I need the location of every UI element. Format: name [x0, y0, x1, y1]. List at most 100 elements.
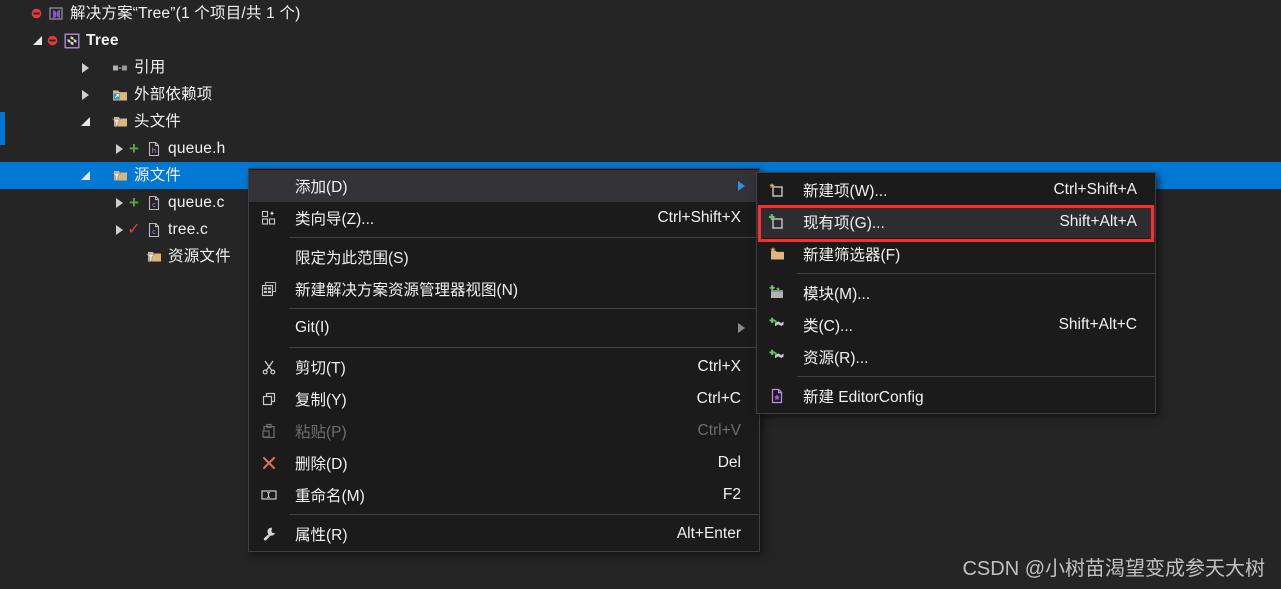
expander-expand-icon[interactable] — [78, 81, 92, 108]
expander-collapse-icon[interactable] — [30, 27, 44, 54]
menu-item[interactable]: 新建筛选器(F) — [757, 238, 1155, 270]
editorconfig-icon — [757, 388, 797, 404]
menu-separator — [797, 273, 1155, 274]
class-wizard-icon — [249, 210, 289, 226]
new-item-icon — [757, 182, 797, 198]
new-class-icon — [757, 317, 797, 333]
expander-collapse-icon[interactable] — [78, 162, 92, 189]
menu-item-label: 类向导(Z)... — [295, 211, 375, 228]
tree-item[interactable]: 头文件 — [0, 108, 1281, 135]
new-filter-icon — [757, 246, 797, 262]
tree-item-label: 头文件 — [134, 113, 182, 130]
menu-item[interactable]: 资源(R)... — [757, 341, 1155, 373]
expander-expand-icon[interactable] — [112, 189, 126, 216]
menu-item[interactable]: 复制(Y) Ctrl+C — [249, 383, 759, 415]
menu-item[interactable]: 属性(R) Alt+Enter — [249, 518, 759, 550]
solution-explorer-context-menu[interactable]: 添加(D) 类向导(Z)... Ctrl+Shift+X 限定为此范围(S) 新建解决方… — [248, 168, 760, 552]
menu-item-label: 删除(D) — [295, 456, 348, 473]
menu-item[interactable]: 模块(M)... — [757, 277, 1155, 309]
menu-item-label: 新建 EditorConfig — [803, 389, 924, 406]
menu-item-label: 粘贴(P) — [295, 424, 347, 441]
menu-item-shortcut: Ctrl+C — [696, 390, 741, 407]
copy-icon — [249, 391, 289, 407]
source-control-checked-icon: ✓ — [127, 220, 141, 238]
references-icon — [112, 60, 128, 76]
menu-item-shortcut: Ctrl+X — [697, 358, 742, 375]
filter-folder-icon — [112, 114, 128, 130]
menu-item-shortcut: Shift+Alt+C — [1058, 316, 1137, 333]
wrench-icon — [249, 526, 289, 542]
expander-placeholder — [112, 243, 126, 270]
expander-expand-icon[interactable] — [112, 135, 126, 162]
menu-item-shortcut: Alt+Enter — [676, 525, 741, 542]
menu-item[interactable]: 新建项(W)... Ctrl+Shift+A — [757, 174, 1155, 206]
menu-item-label: Git(I) — [295, 319, 330, 336]
menu-item[interactable]: 删除(D) Del — [249, 447, 759, 479]
submenu-arrow-icon — [738, 323, 745, 333]
tree-item[interactable]: 引用 — [0, 54, 1281, 81]
menu-item-label: 模块(M)... — [803, 286, 871, 303]
source-control-added-icon: + — [129, 139, 139, 158]
menu-item-label: 资源(R)... — [803, 350, 869, 367]
menu-item[interactable]: 剪切(T) Ctrl+X — [249, 351, 759, 383]
tree-item-label: 外部依赖项 — [134, 86, 213, 103]
menu-item[interactable]: 类向导(Z)... Ctrl+Shift+X — [249, 202, 759, 234]
new-solution-explorer-view-icon — [249, 281, 289, 297]
menu-item-label: 新建项(W)... — [803, 183, 888, 200]
menu-item-label: 限定为此范围(S) — [295, 250, 409, 267]
menu-separator — [289, 347, 759, 348]
menu-item: 粘贴(P) Ctrl+V — [249, 415, 759, 447]
menu-item-label: 现有项(G)... — [803, 215, 885, 232]
menu-item-label: 重命名(M) — [295, 488, 365, 505]
tree-item[interactable]: + h queue.h — [0, 135, 1281, 162]
c-file-icon: c — [146, 222, 162, 238]
add-submenu[interactable]: 新建项(W)... Ctrl+Shift+A 现有项(G)... Shift+Alt+… — [756, 172, 1156, 414]
menu-separator — [289, 308, 759, 309]
menu-separator — [289, 514, 759, 515]
menu-item-label: 复制(Y) — [295, 392, 347, 409]
new-module-icon — [757, 285, 797, 301]
rename-icon — [249, 487, 289, 503]
menu-item[interactable]: 新建解决方案资源管理器视图(N) — [249, 273, 759, 305]
menu-item-label: 新建解决方案资源管理器视图(N) — [295, 282, 519, 299]
menu-item-label: 类(C)... — [803, 318, 853, 335]
tree-item[interactable]: 解决方案“Tree”(1 个项目/共 1 个) — [0, 0, 1281, 27]
tree-item-label: 源文件 — [134, 167, 182, 184]
expander-expand-icon[interactable] — [112, 216, 126, 243]
menu-item[interactable]: 类(C)... Shift+Alt+C — [757, 309, 1155, 341]
expander-expand-icon[interactable] — [78, 54, 92, 81]
svg-text:h: h — [152, 147, 156, 155]
menu-item[interactable]: 新建 EditorConfig — [757, 380, 1155, 412]
expander-collapse-icon[interactable] — [78, 108, 92, 135]
tree-item[interactable]: 外部依赖项 — [0, 81, 1281, 108]
menu-item-shortcut: Ctrl+Shift+A — [1053, 181, 1137, 198]
menu-item[interactable]: 限定为此范围(S) — [249, 241, 759, 273]
solution-icon — [48, 6, 64, 22]
filter-folder-icon — [146, 249, 162, 265]
menu-item[interactable]: 重命名(M) F2 — [249, 479, 759, 511]
tree-item-label: queue.c — [168, 194, 225, 211]
existing-item-icon — [757, 214, 797, 230]
menu-item-label: 添加(D) — [295, 179, 348, 196]
menu-item-label: 剪切(T) — [295, 360, 346, 377]
menu-item-shortcut: Shift+Alt+A — [1059, 213, 1137, 230]
tree-item-label: 引用 — [134, 59, 166, 76]
tree-item-label: tree.c — [168, 221, 208, 238]
menu-item[interactable]: 添加(D) — [249, 170, 759, 202]
tree-item-label: 资源文件 — [168, 248, 231, 265]
scissors-icon — [249, 359, 289, 375]
external-dependencies-icon — [112, 87, 128, 103]
tree-item-label: 解决方案“Tree”(1 个项目/共 1 个) — [70, 5, 301, 22]
menu-item-shortcut: Del — [717, 454, 741, 471]
submenu-arrow-icon — [738, 181, 745, 191]
tree-item[interactable]: Tree — [0, 27, 1281, 54]
tree-item-label: queue.h — [168, 140, 226, 157]
menu-item-shortcut: F2 — [722, 486, 741, 503]
svg-text:c: c — [152, 228, 156, 236]
menu-item[interactable]: Git(I) — [249, 312, 759, 344]
filter-folder-icon — [112, 168, 128, 184]
menu-item-label: 属性(R) — [295, 527, 348, 544]
menu-item[interactable]: 现有项(G)... Shift+Alt+A — [757, 206, 1155, 238]
error-badge-icon — [47, 35, 57, 46]
new-resource-icon — [757, 349, 797, 365]
